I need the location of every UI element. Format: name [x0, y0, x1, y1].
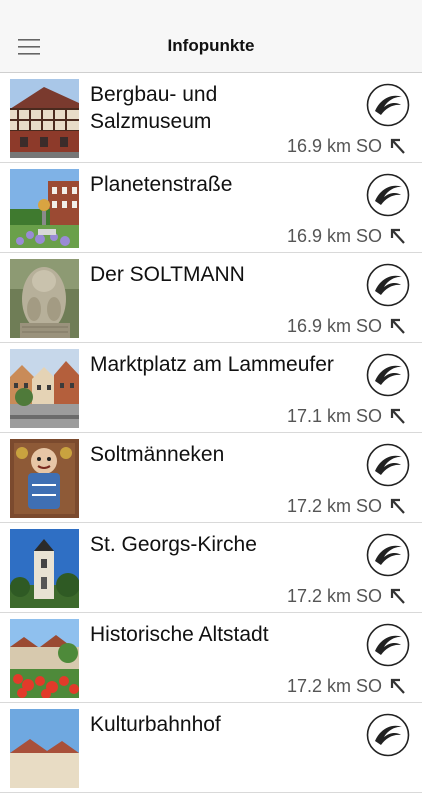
north-west-arrow-icon — [390, 318, 405, 334]
distance-label: 17.2 km SO — [286, 496, 382, 516]
route-logo-icon[interactable] — [366, 263, 410, 307]
item-title: St. Georgs-Kirche — [90, 533, 257, 556]
north-west-arrow-icon — [390, 228, 405, 244]
list-item[interactable]: Kulturbahnhof — [0, 703, 422, 793]
distance-label: 16.9 km SO — [286, 136, 382, 156]
thumbnail-stone-statue — [10, 259, 79, 338]
route-logo-icon[interactable] — [366, 353, 410, 397]
list-item[interactable]: Planetenstraße 16.9 km SO — [0, 163, 422, 253]
north-west-arrow-icon — [390, 498, 405, 514]
north-west-arrow-icon — [390, 678, 405, 694]
thumbnail-old-town-flowers — [10, 619, 79, 698]
list-item[interactable]: Soltmänneken 17.2 km SO — [0, 433, 422, 523]
north-west-arrow-icon — [390, 408, 405, 424]
thumbnail-planet-sculpture-park — [10, 169, 79, 248]
list-item[interactable]: Marktplatz am Lammeufer 17.1 km SO — [0, 343, 422, 433]
list-item[interactable]: Bergbau- und Salzmuseum 16.9 km SO — [0, 73, 422, 163]
thumbnail-half-timbered-building — [10, 79, 79, 158]
thumbnail-market-square — [10, 349, 79, 428]
list-item[interactable]: Historische Altstadt 17.2 km SO — [0, 613, 422, 703]
item-title: Bergbau- und Salzmuseum — [90, 83, 218, 133]
route-logo-icon[interactable] — [366, 443, 410, 487]
route-logo-icon[interactable] — [366, 533, 410, 577]
list-item[interactable]: St. Georgs-Kirche 17.2 km SO — [0, 523, 422, 613]
north-west-arrow-icon — [390, 588, 405, 604]
distance-label: 17.2 km SO — [286, 676, 382, 696]
route-logo-icon[interactable] — [366, 173, 410, 217]
item-title: Marktplatz am Lammeufer — [90, 353, 334, 376]
info-point-list: Bergbau- und Salzmuseum 16.9 km SO Plane… — [0, 73, 422, 793]
thumbnail-station-building — [10, 709, 79, 788]
navigation-bar: Infopunkte — [0, 0, 422, 73]
distance-label: 17.1 km SO — [286, 406, 382, 426]
item-title: Soltmänneken — [90, 443, 225, 466]
item-title: Planetenstraße — [90, 173, 233, 196]
distance-label: 16.9 km SO — [286, 226, 382, 246]
route-logo-icon[interactable] — [366, 83, 410, 127]
item-title: Kulturbahnhof — [90, 713, 221, 736]
north-west-arrow-icon — [390, 138, 405, 154]
list-item[interactable]: Der SOLTMANN 16.9 km SO — [0, 253, 422, 343]
route-logo-icon[interactable] — [366, 623, 410, 667]
distance-label: 16.9 km SO — [286, 316, 382, 336]
thumbnail-church-tower — [10, 529, 79, 608]
page-title: Infopunkte — [167, 36, 255, 55]
distance-label: 17.2 km SO — [286, 586, 382, 606]
route-logo-icon[interactable] — [366, 713, 410, 757]
item-title: Der SOLTMANN — [90, 263, 245, 286]
item-title: Historische Altstadt — [90, 623, 269, 646]
thumbnail-blue-figure-carving — [10, 439, 79, 518]
